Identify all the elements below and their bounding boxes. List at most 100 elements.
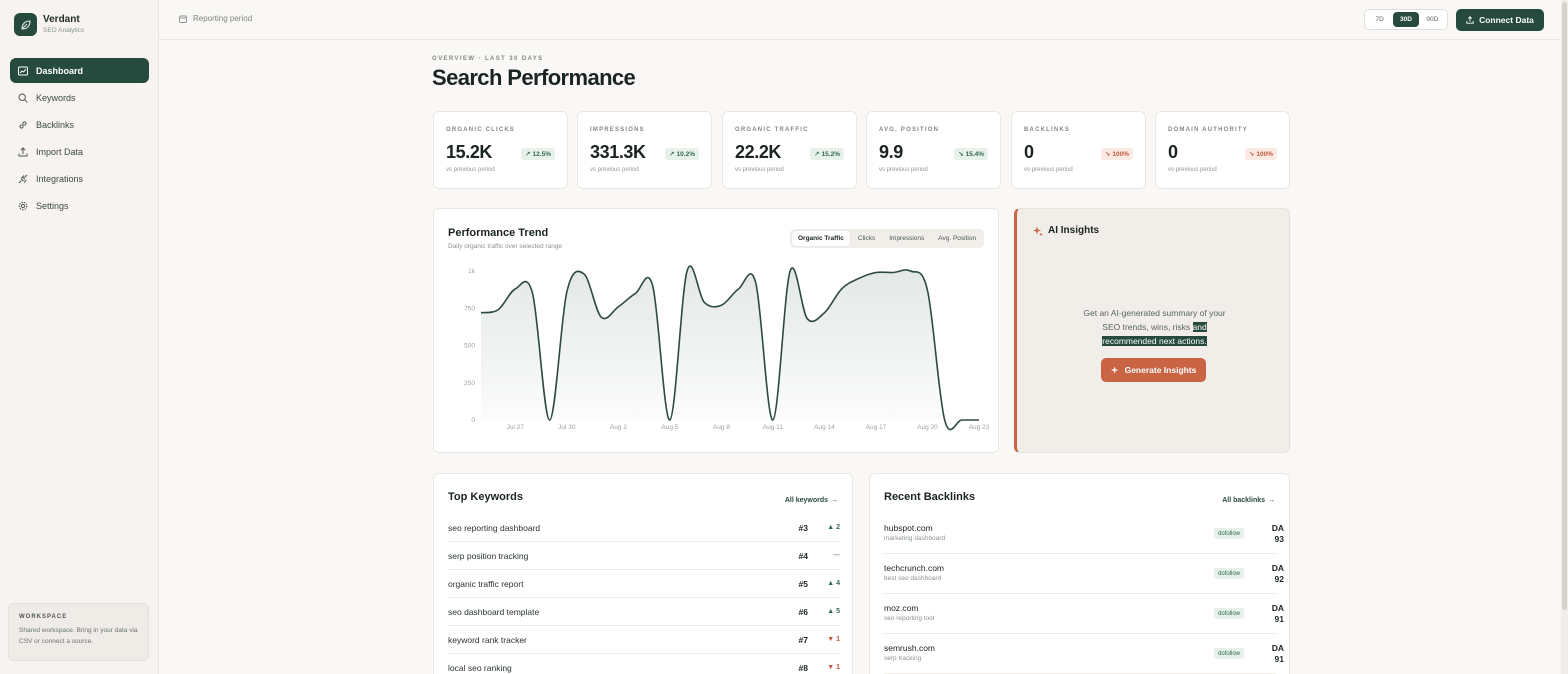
keyword-change: ▲ 2 (808, 524, 840, 531)
table-row[interactable]: keyword rank tracker #7 ▼ 1 (448, 626, 840, 654)
keyword-name: serp position tracking (448, 550, 529, 561)
keyword-change-value: 1 (836, 636, 840, 643)
kpi-card-impressions: IMPRESSIONS 331.3K ↗ 10.2% vs previous pe… (577, 111, 712, 189)
performance-chart: 0 250 500 750 1k Jul 27 Jul 30 Aug 2 Aug 5 Aug 8 A… (464, 265, 990, 431)
dashboard-icon (18, 66, 28, 75)
keyword-name: organic traffic report (448, 578, 524, 589)
backlink-domain: moz.com (884, 603, 919, 613)
list-item[interactable]: hubspot.com marketing dashboard dofollow… (884, 514, 1284, 554)
sidebar-item-settings[interactable]: Settings (10, 193, 149, 218)
topbar: Reporting period 7D 30D 90D Connect Data (159, 0, 1568, 40)
kpi-change-badge: ↘ 100% (1244, 148, 1277, 160)
backlink-domain: hubspot.com (884, 523, 933, 533)
y-tick-label: 250 (464, 380, 475, 387)
kpi-card-backlinks: BACKLINKS 0 ↘ 100% vs previous period (1011, 111, 1146, 189)
table-row[interactable]: serp position tracking #4 — (448, 542, 840, 570)
backlink-anchor: serp tracking (884, 655, 922, 662)
caret-down-icon: ▼ (827, 636, 837, 643)
x-tick-label: Aug 20 (917, 424, 938, 431)
kpi-change-badge: ↘ 100% (1100, 148, 1133, 160)
brand[interactable]: Verdant SEO Analytics (14, 13, 84, 36)
gear-icon (18, 201, 28, 210)
sidebar-item-integrations[interactable]: Integrations (10, 166, 149, 191)
caret-down-icon: ▼ (827, 664, 837, 671)
scrollbar-thumb[interactable] (1562, 2, 1567, 610)
table-row[interactable]: local seo ranking #8 ▼ 1 (448, 654, 840, 674)
sidebar-item-label: Backlinks (36, 119, 75, 130)
kpi-card-domain-authority: DOMAIN AUTHORITY 0 ↘ 100% vs previous per… (1155, 111, 1290, 189)
top-keywords-title: Top Keywords (448, 491, 523, 503)
backlink-anchor: best seo dashboard (884, 575, 942, 582)
kpi-value: 0 (1024, 142, 1034, 162)
all-keywords-link[interactable]: All keywords → (785, 497, 838, 504)
keyword-name: keyword rank tracker (448, 634, 527, 645)
generate-insights-label: Generate Insights (1124, 365, 1197, 375)
sidebar-item-label: Keywords (36, 92, 76, 103)
da-value: 93 (1274, 534, 1284, 544)
keyword-change: — (808, 552, 840, 559)
search-icon (18, 92, 28, 103)
range-90d-button[interactable]: 90D (1420, 12, 1445, 27)
list-item[interactable]: moz.com seo reporting tool dofollow DA 91 (884, 594, 1284, 634)
table-row[interactable]: seo dashboard template #6 ▲ 5 (448, 598, 840, 626)
keyword-change: ▼ 1 (808, 636, 840, 643)
kpi-sub: vs previous period (446, 167, 495, 173)
sidebar-item-label: Dashboard (36, 65, 84, 76)
table-row[interactable]: organic traffic report #5 ▲ 4 (448, 570, 840, 598)
all-backlinks-link[interactable]: All backlinks → (1222, 497, 1275, 504)
y-tick-label: 750 (464, 305, 475, 312)
sidebar-item-dashboard[interactable]: Dashboard (10, 58, 149, 83)
ai-insights-description: Get an AI-generated summary of your SEO … (1077, 306, 1232, 348)
page-scrollbar[interactable] (1561, 0, 1568, 674)
page-eyebrow: OVERVIEW · LAST 30 DAYS (432, 56, 544, 62)
da-value: 91 (1274, 614, 1284, 624)
reporting-period[interactable]: Reporting period (179, 14, 252, 23)
sidebar-item-backlinks[interactable]: Backlinks (10, 112, 149, 137)
list-item[interactable]: semrush.com serp tracking dofollow DA 91 (884, 634, 1284, 674)
kpi-sub: vs previous period (1024, 167, 1073, 173)
generate-insights-button[interactable]: Generate Insights (1101, 358, 1206, 382)
kpi-change-value: 12.5% (532, 150, 551, 158)
sidebar-item-keywords[interactable]: Keywords (10, 85, 149, 110)
x-tick-label: Aug 14 (814, 424, 835, 431)
kpi-value: 9.9 (879, 142, 903, 162)
x-tick-label: Aug 2 (610, 424, 627, 431)
keyword-name: local seo ranking (448, 662, 512, 673)
kpi-value: 0 (1168, 142, 1178, 162)
range-7d-button[interactable]: 7D (1367, 12, 1392, 27)
list-item[interactable]: techcrunch.com best seo dashboard dofoll… (884, 554, 1284, 594)
x-tick-label: Aug 23 (969, 424, 990, 431)
reporting-period-label: Reporting period (193, 14, 253, 23)
ai-insights-card: AI Insights Get an AI-generated summary … (1014, 208, 1290, 453)
kpi-change-value: 100% (1112, 150, 1129, 158)
backlink-tag: dofollow (1214, 528, 1245, 539)
caret-up-icon: ▲ (827, 608, 837, 615)
table-row[interactable]: seo reporting dashboard #3 ▲ 2 (448, 514, 840, 542)
link-icon (19, 120, 27, 129)
ai-insights-header: AI Insights (1033, 225, 1099, 236)
sidebar-item-label: Settings (36, 200, 69, 211)
backlink-domain: semrush.com (884, 643, 936, 653)
kpi-label: ORGANIC TRAFFIC (735, 127, 809, 133)
sparkle-icon (1110, 365, 1118, 374)
all-keywords-label: All keywords (784, 497, 828, 504)
x-tick-label: Aug 5 (661, 424, 678, 431)
keyword-rank: #8 (798, 662, 808, 673)
keyword-rank: #4 (798, 550, 808, 561)
keyword-change: ▼ 1 (808, 664, 840, 671)
keyword-rank: #3 (798, 522, 808, 533)
da-value: 91 (1274, 654, 1284, 664)
trend-down-icon: ↘ (958, 151, 964, 158)
recent-backlinks-title: Recent Backlinks (884, 491, 976, 503)
keyword-change-value: 4 (836, 580, 840, 587)
kpi-sub: vs previous period (879, 167, 928, 173)
kpi-change-badge: ↗ 12.5% (521, 148, 555, 160)
keyword-change: ▲ 5 (808, 608, 840, 615)
kpi-value: 15.2K (446, 142, 493, 162)
keyword-change: ▲ 4 (808, 580, 840, 587)
sidebar-item-import-data[interactable]: Import Data (10, 139, 149, 164)
range-30d-button[interactable]: 30D (1393, 12, 1419, 27)
keyword-rank: #7 (798, 634, 808, 645)
keyword-change-value: — (833, 552, 840, 559)
connect-data-button[interactable]: Connect Data (1456, 9, 1544, 31)
